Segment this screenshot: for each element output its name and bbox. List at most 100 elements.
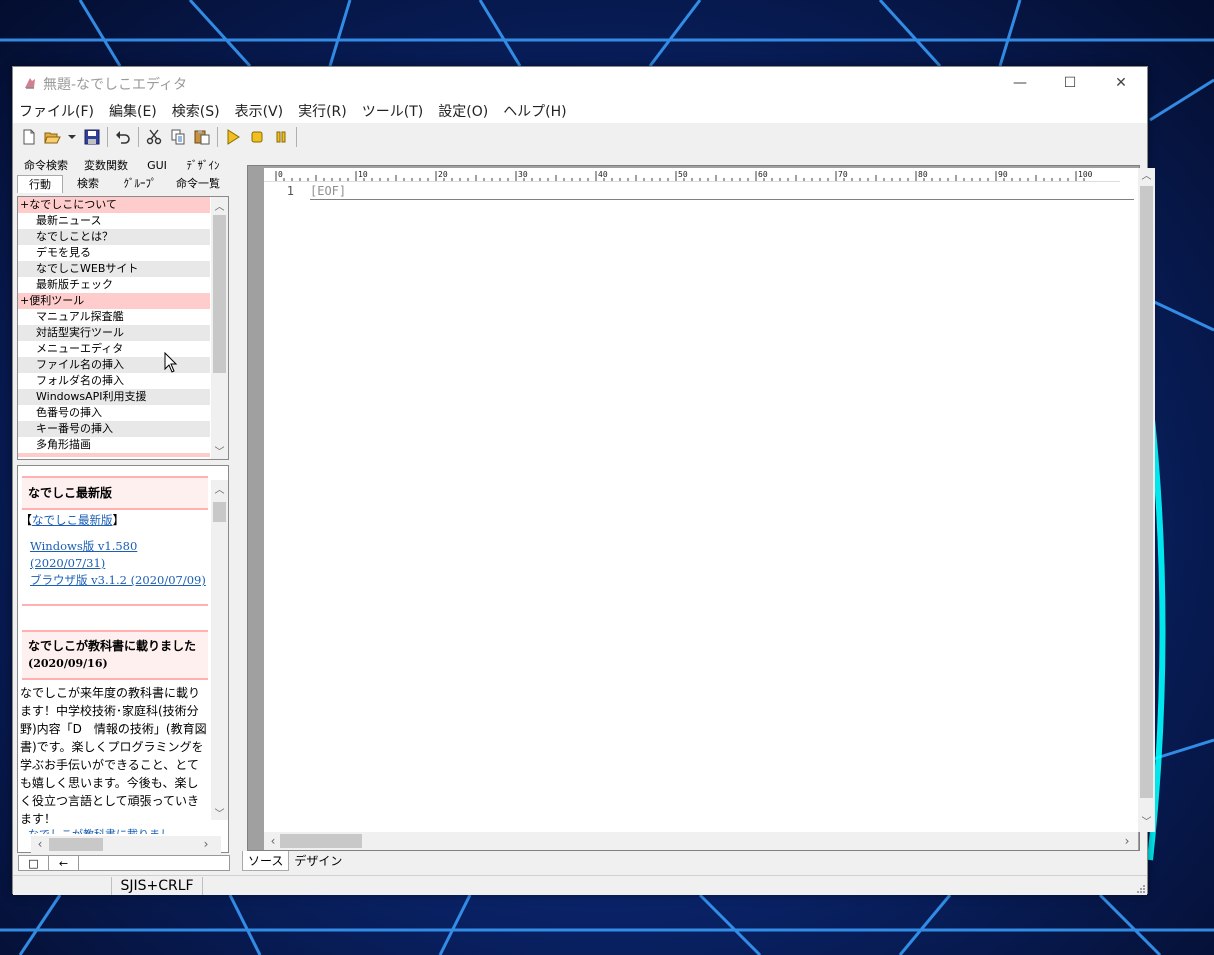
news-scrollbar[interactable]: ︿ ﹀ [211,480,228,820]
minimize-button[interactable]: — [997,67,1043,99]
maximize-button[interactable]: ☐ [1047,67,1093,99]
tab-search[interactable]: 検索 [63,175,113,193]
tab-command-search[interactable]: 命令検索 [17,157,75,175]
scroll-thumb[interactable] [213,502,226,522]
tab-command-list[interactable]: 命令一覧 [167,175,229,193]
scroll-down-icon[interactable]: ﹀ [211,804,228,821]
left-tabs-top: 命令検索 変数関数 GUI ﾃﾞｻﾞｲﾝ [17,157,229,175]
code-editor[interactable]: 0 10 20 30 40 50 60 70 80 90 100 1 [EOF] ︿ ﹀ [264,168,1155,832]
scroll-down-icon[interactable]: ﹀ [211,442,228,459]
menu-bar: ファイル(F) 編集(E) 検索(S) 表示(V) 実行(R) ツール(T) 設… [13,99,1147,123]
command-tree-scrollbar[interactable]: ︿ ﹀ [211,197,228,459]
menu-file[interactable]: ファイル(F) [19,101,94,121]
paste-button[interactable] [190,126,213,148]
line-number: 1 [286,184,294,198]
ruler-ticks: 0 10 20 30 40 50 60 70 80 90 100 [275,170,1093,181]
scroll-thumb[interactable] [49,838,103,851]
scroll-left-icon[interactable]: ‹ [266,832,280,850]
ruler-number: 70 [838,170,848,179]
scroll-down-icon[interactable]: ﹀ [1138,814,1155,831]
list-item[interactable]: なでしこWEBサイト [18,261,210,277]
list-item[interactable]: デモを見る [18,245,210,261]
editor-horizontal-scrollbar[interactable]: ‹ › [264,832,1138,850]
stop-icon [251,131,262,143]
scroll-left-icon[interactable]: ‹ [33,836,47,853]
menu-edit[interactable]: 編集(E) [109,101,157,121]
save-button[interactable] [80,126,103,148]
tab-actions[interactable]: 行動 [17,175,63,193]
pause-button[interactable] [269,126,292,148]
list-item[interactable]: 多角形描画 [18,437,210,453]
list-item[interactable]: マニュアル探査艦 [18,309,210,325]
stop-button[interactable] [245,126,268,148]
list-item[interactable]: メニューエディタ [18,341,210,357]
undo-icon [115,131,130,144]
back-button[interactable]: ← [49,856,79,870]
list-item[interactable]: なでしことは？ [18,229,210,245]
menu-settings[interactable]: 設定(O) [438,101,488,121]
link-browser-version[interactable]: ブラウザ版 v3.1.2 (2020/07/09) [30,572,206,589]
scroll-right-icon[interactable]: › [199,836,213,853]
run-button[interactable] [221,126,244,148]
resize-grip-icon[interactable] [1135,883,1145,893]
close-button[interactable]: ✕ [1098,67,1144,99]
panel-toggle-button[interactable]: □ [19,856,49,870]
menu-tools[interactable]: ツール(T) [362,101,423,121]
tab-editor-design[interactable]: デザイン [289,851,347,871]
scroll-right-icon[interactable]: › [1120,832,1134,850]
list-item[interactable]: ファイル名の挿入 [18,357,210,373]
toolbar-separator [138,127,139,147]
eof-marker: [EOF] [310,184,347,198]
tab-variables-functions[interactable]: 変数関数 [75,157,137,175]
list-category[interactable]: +なでしこについて [18,197,210,213]
list-item[interactable]: 色番号の挿入 [18,405,210,421]
ruler-number: 40 [598,170,608,179]
ruler-number: 30 [518,170,528,179]
ruler-number: 50 [678,170,688,179]
tab-gui[interactable]: GUI [137,157,177,175]
list-category[interactable]: +便利ツール [18,293,210,309]
list-item[interactable]: フォルダ名の挿入 [18,373,210,389]
news-horizontal-scrollbar[interactable]: ‹ › [31,836,221,853]
open-file-button[interactable] [41,126,64,148]
list-item[interactable]: 対話型実行ツール [18,325,210,341]
list-item-partial [18,453,210,457]
menu-view[interactable]: 表示(V) [235,101,284,121]
link-windows-version[interactable]: Windows版 v1.580 [30,538,206,555]
scroll-up-icon[interactable]: ︿ [211,480,228,497]
scroll-up-icon[interactable]: ︿ [1138,168,1155,185]
open-recent-dropdown[interactable] [65,126,79,148]
link-windows-date[interactable]: (2020/07/31) [30,555,206,572]
ruler-number: 80 [918,170,928,179]
copy-button[interactable] [166,126,189,148]
editor-frame: 0 10 20 30 40 50 60 70 80 90 100 1 [EOF] ︿ ﹀ ‹ › [247,165,1155,851]
scroll-thumb[interactable] [213,215,226,373]
list-item[interactable]: 最新ニュース [18,213,210,229]
new-file-button[interactable] [17,126,40,148]
news-heading-textbook-date: (2020/09/16) [28,657,108,670]
link-latest-version[interactable]: なでしこ最新版 [32,513,113,527]
undo-button[interactable] [111,126,134,148]
menu-search[interactable]: 検索(S) [172,101,220,121]
list-item[interactable]: キー番号の挿入 [18,421,210,437]
link-textbook-news[interactable]: なでしこが教科書に載りまし [28,826,171,834]
editor-window: 無題-なでしこエディタ — ☐ ✕ ファイル(F) 編集(E) 検索(S) 表示… [12,66,1155,895]
menu-help[interactable]: ヘルプ(H) [503,101,566,121]
ruler-number: 0 [278,170,283,179]
cut-button[interactable] [142,126,165,148]
bracket-open: 【 [20,513,33,527]
scroll-thumb[interactable] [1140,186,1153,798]
line-number-gutter: 1 [264,182,304,832]
scroll-thumb[interactable] [280,834,362,848]
nadesiko-app-icon [25,78,35,89]
list-item[interactable]: WindowsAPI利用支援 [18,389,210,405]
list-item[interactable]: 最新版チェック [18,277,210,293]
scroll-up-icon[interactable]: ︿ [211,197,228,214]
editor-vertical-scrollbar[interactable]: ︿ ﹀ [1138,168,1155,832]
tab-design[interactable]: ﾃﾞｻﾞｲﾝ [177,157,229,175]
save-icon [84,129,99,145]
menu-run[interactable]: 実行(R) [298,101,347,121]
tab-group[interactable]: ｸﾞﾙｰﾌﾟ [113,175,167,193]
tab-source[interactable]: ソース [242,851,290,871]
title-bar[interactable]: 無題-なでしこエディタ — ☐ ✕ [13,67,1147,99]
